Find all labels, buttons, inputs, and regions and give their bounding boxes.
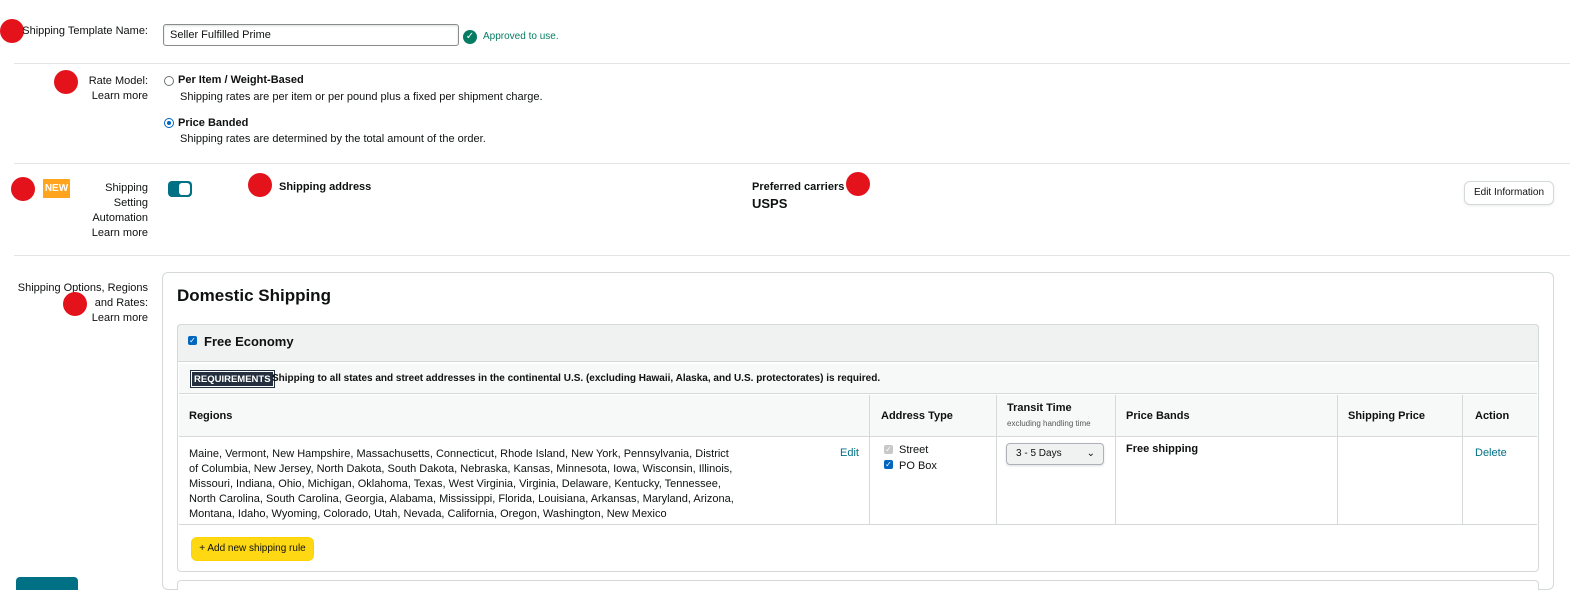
free-economy-checkbox[interactable]: ✓	[188, 336, 197, 345]
annotation-marker	[248, 173, 272, 197]
row-bottom-border	[179, 524, 1537, 525]
header-shipping-price: Shipping Price	[1348, 410, 1426, 422]
free-economy-header	[177, 324, 1539, 362]
option-title-price-banded: Price Banded	[178, 117, 249, 129]
divider	[14, 63, 1570, 64]
column-divider	[996, 395, 997, 525]
new-badge: NEW	[43, 179, 70, 198]
requirements-text: Shipping to all states and street addres…	[272, 373, 881, 384]
automation-toggle[interactable]	[168, 181, 192, 197]
column-divider	[1337, 395, 1338, 525]
option-desc-per-item: Shipping rates are per item or per pound…	[180, 91, 543, 103]
option-title-per-item: Per Item / Weight-Based	[178, 74, 304, 86]
next-method-box	[177, 580, 1539, 590]
address-street-label: Street	[899, 444, 929, 456]
approved-status: Approved to use.	[483, 31, 559, 42]
check-circle-icon: ✓	[463, 30, 477, 44]
header-transit-time: Transit Time	[1007, 402, 1072, 414]
automation-label-2: Setting	[113, 197, 148, 209]
edit-regions-link[interactable]: Edit	[840, 447, 859, 459]
divider	[14, 163, 1570, 164]
header-action: Action	[1475, 410, 1510, 422]
edit-information-button[interactable]: Edit Information	[1464, 181, 1554, 205]
column-divider	[869, 395, 870, 525]
requirements-badge: REQUIREMENTS	[190, 370, 275, 388]
address-pobox-label: PO Box	[899, 460, 937, 472]
regions-list: Maine, Vermont, New Hampshire, Massachus…	[189, 448, 734, 520]
header-transit-sub: excluding handling time	[1007, 419, 1091, 428]
radio-per-item[interactable]	[164, 76, 174, 86]
pobox-checkbox[interactable]: ✓	[884, 460, 893, 469]
annotation-marker	[0, 19, 24, 43]
rate-model-label: Rate Model:	[88, 75, 148, 87]
chevron-down-icon: ⌄	[1086, 448, 1095, 459]
header-address-type: Address Type	[881, 410, 953, 422]
price-band-value: Free shipping	[1126, 443, 1199, 455]
table-header	[179, 395, 1537, 437]
delete-rule-link[interactable]: Delete	[1475, 447, 1507, 459]
column-divider	[1115, 395, 1116, 525]
annotation-marker	[846, 172, 870, 196]
header-regions: Regions	[189, 410, 233, 422]
automation-label-3: Automation	[92, 212, 148, 224]
bottom-action-button[interactable]	[16, 577, 78, 590]
preferred-carriers-label: Preferred carriers	[752, 181, 845, 193]
header-price-bands: Price Bands	[1126, 410, 1190, 422]
radio-price-banded[interactable]	[164, 118, 174, 128]
automation-label-1: Shipping	[105, 182, 148, 194]
domestic-shipping-title: Domestic Shipping	[177, 286, 331, 305]
divider	[14, 255, 1570, 256]
template-name-label: Shipping Template Name:	[22, 25, 148, 37]
annotation-marker	[11, 177, 35, 201]
column-divider	[1462, 395, 1463, 525]
rate-model-learn-more-link[interactable]: Learn more	[40, 89, 148, 104]
add-shipping-rule-button[interactable]: + Add new shipping rule	[191, 537, 314, 561]
automation-learn-more-link[interactable]: Learn more	[72, 226, 148, 241]
street-checkbox: ✓	[884, 445, 893, 454]
shipping-address-label: Shipping address	[279, 181, 372, 193]
transit-time-select[interactable]: 3 - 5 Days ⌄	[1006, 443, 1104, 465]
transit-time-value: 3 - 5 Days	[1016, 448, 1062, 459]
carrier-value: USPS	[752, 196, 788, 211]
annotation-marker	[63, 292, 87, 316]
free-economy-title: Free Economy	[204, 334, 294, 349]
option-desc-price-banded: Shipping rates are determined by the tot…	[180, 133, 486, 145]
template-name-input[interactable]	[163, 24, 459, 46]
